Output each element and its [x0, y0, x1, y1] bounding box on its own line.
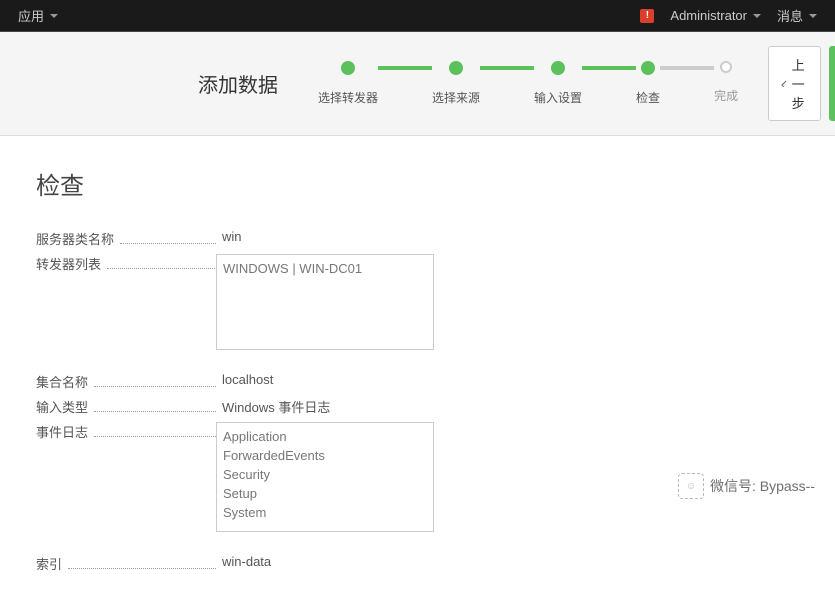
step-label: 完成 [714, 87, 738, 104]
watermark: ☺ 微信号: Bypass-- [678, 473, 815, 499]
prev-button[interactable]: 上一步 [768, 46, 821, 121]
caret-down-icon [809, 14, 817, 18]
messages-label: 消息 [777, 6, 803, 25]
forwarder-listbox[interactable]: WINDOWS | WIN-DC01 [216, 254, 434, 350]
alert-icon: ! [640, 9, 654, 23]
step-connector [582, 66, 636, 70]
list-item[interactable]: Setup [223, 484, 427, 503]
page-heading: 检查 [36, 166, 799, 201]
apps-label: 应用 [18, 6, 44, 25]
row-server-class-name: 服务器类名称 win [36, 229, 799, 248]
field-value: Windows 事件日志 [216, 397, 330, 416]
field-label: 转发器列表 [36, 254, 216, 273]
row-host-name: 集合名称 localhost [36, 372, 799, 391]
field-label: 服务器类名称 [36, 229, 216, 248]
topbar-left: 应用 [12, 6, 64, 25]
field-value: win [216, 229, 242, 244]
row-index: 索引 win-data [36, 554, 799, 573]
step-done: 完成 [714, 61, 738, 104]
wizard-steps: 选择转发器 选择来源 输入设置 检查 完成 [318, 61, 738, 106]
row-input-type: 输入类型 Windows 事件日志 [36, 397, 799, 416]
field-label: 事件日志 [36, 422, 216, 441]
list-item[interactable]: WINDOWS | WIN-DC01 [223, 259, 427, 278]
main-content: 检查 服务器类名称 win 转发器列表 WINDOWS | WIN-DC01 集… [0, 136, 835, 609]
step-dot-icon [341, 61, 355, 75]
step-label: 输入设置 [534, 89, 582, 106]
step-connector [480, 66, 534, 70]
prev-label: 上一步 [790, 55, 806, 112]
wizard-header: 添加数据 选择转发器 选择来源 输入设置 检查 完成 上一步 [0, 32, 835, 136]
field-label: 索引 [36, 554, 216, 573]
chevron-left-icon [781, 80, 787, 86]
step-label: 选择转发器 [318, 89, 378, 106]
step-select-forwarder: 选择转发器 [318, 61, 378, 106]
alert-indicator[interactable]: ! [634, 9, 660, 23]
step-dot-icon [449, 61, 463, 75]
list-item[interactable]: Security [223, 465, 427, 484]
field-label: 集合名称 [36, 372, 216, 391]
messages-menu[interactable]: 消息 [771, 6, 823, 25]
caret-down-icon [50, 14, 58, 18]
step-label: 选择来源 [432, 89, 480, 106]
step-connector [378, 66, 432, 70]
step-dot-icon [720, 61, 732, 73]
step-dot-icon [551, 61, 565, 75]
step-select-source: 选择来源 [432, 61, 480, 106]
user-menu[interactable]: Administrator [664, 8, 767, 23]
wechat-avatar-icon: ☺ [678, 473, 704, 499]
step-label: 检查 [636, 89, 660, 106]
submit-button[interactable]: 提交 [829, 46, 835, 121]
user-label: Administrator [670, 8, 747, 23]
step-review: 检查 [636, 61, 660, 106]
event-logs-listbox[interactable]: Application ForwardedEvents Security Set… [216, 422, 434, 532]
wizard-actions: 上一步 提交 [768, 46, 835, 121]
step-dot-icon [641, 61, 655, 75]
watermark-text: 微信号: Bypass-- [710, 476, 815, 496]
caret-down-icon [753, 14, 761, 18]
field-value: win-data [216, 554, 271, 569]
field-label: 输入类型 [36, 397, 216, 416]
top-nav-bar: 应用 ! Administrator 消息 [0, 0, 835, 32]
wizard-title: 添加数据 [18, 69, 288, 98]
row-forwarder-list: 转发器列表 WINDOWS | WIN-DC01 [36, 254, 799, 350]
list-item[interactable]: System [223, 503, 427, 522]
step-connector [660, 66, 714, 70]
topbar-right: ! Administrator 消息 [634, 6, 823, 25]
list-item[interactable]: Application [223, 427, 427, 446]
list-item[interactable]: ForwardedEvents [223, 446, 427, 465]
apps-menu[interactable]: 应用 [12, 6, 64, 25]
step-input-settings: 输入设置 [534, 61, 582, 106]
field-value: localhost [216, 372, 273, 387]
